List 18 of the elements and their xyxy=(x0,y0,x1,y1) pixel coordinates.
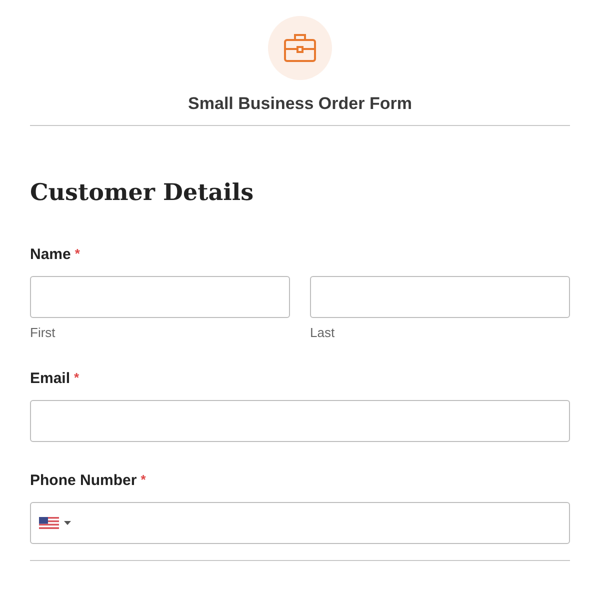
input-field[interactable] xyxy=(310,276,570,318)
required-mark: * xyxy=(140,472,146,489)
field-label: Name xyxy=(30,246,71,263)
briefcase-icon xyxy=(283,33,317,63)
sublabel: First xyxy=(30,325,56,340)
phone-field[interactable] xyxy=(30,502,570,544)
caret-icon xyxy=(64,521,71,525)
field-label: Phone Number xyxy=(30,472,137,489)
form-title: Small Business Order Form xyxy=(188,94,412,114)
flag-icon xyxy=(39,517,59,529)
required-mark: * xyxy=(74,370,80,387)
field-label: Email xyxy=(30,370,70,387)
country-dropdown[interactable] xyxy=(39,517,71,529)
sublabel: Last xyxy=(310,325,336,340)
input-field[interactable] xyxy=(30,276,290,318)
input-field[interactable] xyxy=(30,400,570,442)
section-heading: Customer Details xyxy=(30,179,255,206)
required-mark: * xyxy=(74,246,80,263)
